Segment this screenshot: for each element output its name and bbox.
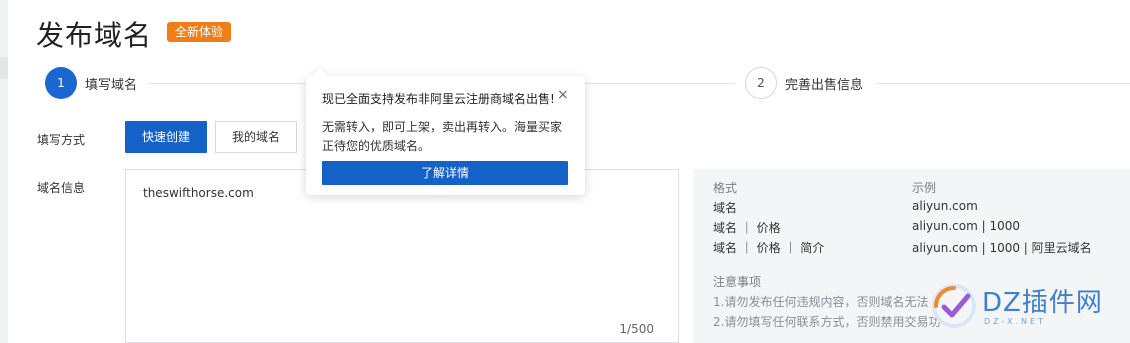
- step-2-indicator: 2: [745, 67, 777, 99]
- note-2: 2.请勿填写任何联系方式，否则禁用交易功: [713, 315, 941, 329]
- char-counter: 1/500: [619, 322, 654, 336]
- format-row-1: 域名: [713, 201, 738, 215]
- close-icon[interactable]: ×: [557, 87, 569, 103]
- watermark-text: DZ插件网: [982, 288, 1103, 318]
- example-column-header: 示例: [912, 181, 937, 195]
- learn-more-button[interactable]: 了解详情: [322, 161, 568, 185]
- watermark-subtext: DZ-X.NET: [984, 317, 1046, 326]
- example-row-1: aliyun.com: [912, 199, 978, 213]
- domain-textarea[interactable]: theswifthorse.com 1/500: [125, 169, 679, 343]
- quick-create-button[interactable]: 快速创建: [125, 121, 207, 153]
- format-column-header: 格式: [713, 181, 738, 195]
- note-1: 1.请勿发布任何违规内容，否则域名无法: [713, 295, 929, 309]
- watermark-logo-icon: [932, 284, 976, 328]
- step-1-indicator: 1: [45, 67, 77, 99]
- example-row-2: aliyun.com | 1000: [912, 219, 1020, 233]
- step-progress-line-end: [877, 83, 1130, 84]
- step-1-label: 填写域名: [85, 78, 138, 93]
- my-domains-button[interactable]: 我的域名: [215, 121, 297, 153]
- page-title: 发布域名: [36, 19, 153, 52]
- step-2-label: 完善出售信息: [785, 78, 864, 93]
- watermark: DZ插件网 DZ-X.NET: [926, 274, 1130, 343]
- popover-arrow: [311, 67, 329, 85]
- method-label: 填写方式: [37, 133, 86, 147]
- left-edge-panel: [0, 0, 8, 343]
- popover-body: 无需转入，即可上架，卖出再转入。海量买家正待您的优质域名。: [322, 120, 563, 153]
- textarea-value: theswifthorse.com: [143, 186, 254, 200]
- announcement-popover: 现已全面支持发布非阿里云注册商域名出售! × 无需转入，即可上架，卖出再转入。海…: [306, 67, 585, 195]
- format-row-3: 域名 ｜ 价格 ｜ 简介: [713, 241, 825, 255]
- left-edge-marker: [0, 57, 8, 79]
- domain-info-label: 域名信息: [37, 181, 86, 195]
- format-row-2: 域名 ｜ 价格: [713, 221, 781, 235]
- example-row-3: aliyun.com | 1000 | 阿里云域名: [912, 241, 1092, 255]
- new-experience-badge[interactable]: 全新体验: [167, 22, 232, 42]
- popover-title: 现已全面支持发布非阿里云注册商域名出售!: [322, 92, 555, 106]
- notes-title: 注意事项: [713, 275, 762, 289]
